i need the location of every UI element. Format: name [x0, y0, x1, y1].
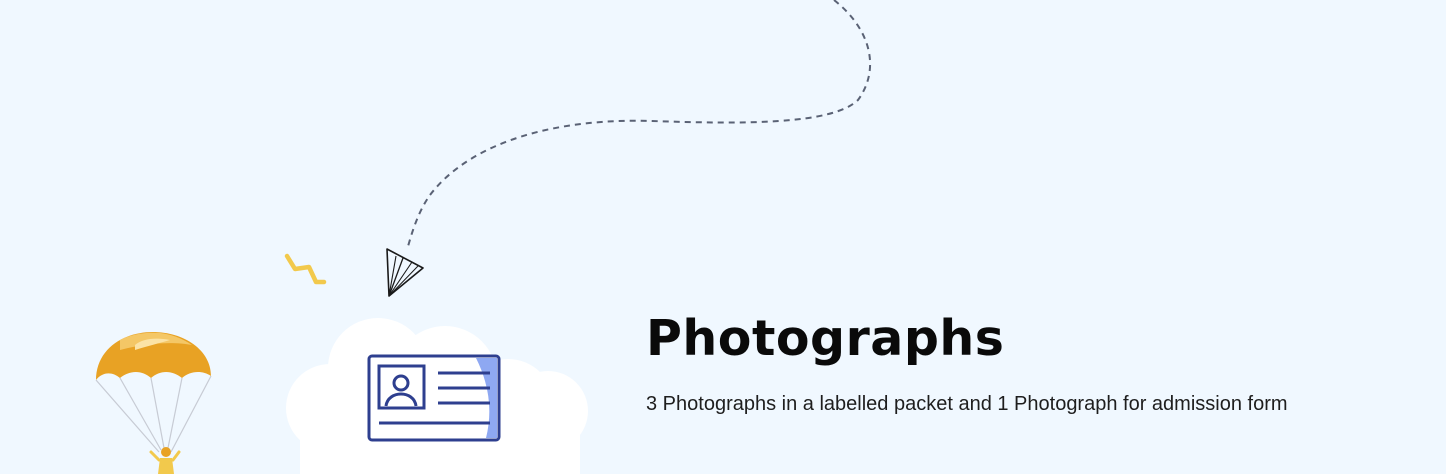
paper-plane-icon [386, 248, 424, 297]
zigzag-sparkle-icon [284, 253, 327, 285]
parachute-icon [95, 332, 212, 474]
id-card-icon [367, 354, 501, 442]
photographs-section: Photographs 3 Photographs in a labelled … [0, 0, 1446, 474]
dashed-flight-path [406, 0, 871, 251]
section-description: 3 Photographs in a labelled packet and 1… [646, 393, 1288, 415]
section-content: Photographs 3 Photographs in a labelled … [646, 304, 1426, 418]
section-title: Photographs [646, 310, 1005, 367]
